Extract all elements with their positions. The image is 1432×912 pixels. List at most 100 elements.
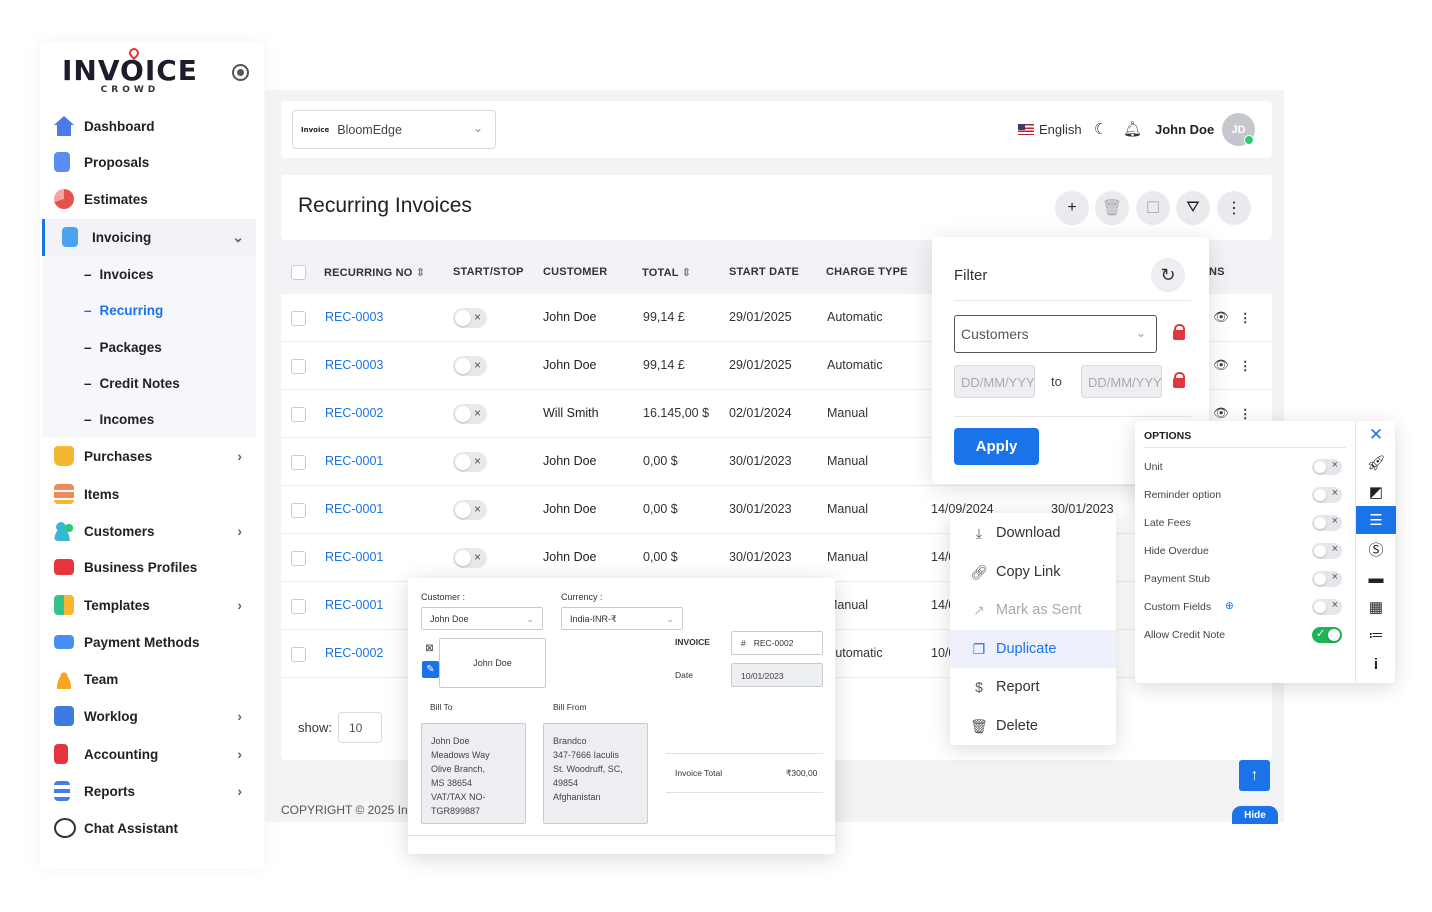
sliders-icon[interactable]: ☰ bbox=[1356, 506, 1396, 534]
row-checkbox[interactable] bbox=[291, 647, 306, 662]
start-stop-toggle[interactable] bbox=[453, 452, 487, 472]
menu-item-report[interactable]: $ Report bbox=[950, 668, 1116, 706]
row-more-icon[interactable]: ⋮ bbox=[1239, 358, 1252, 373]
recurring-number-link[interactable]: REC-0001 bbox=[325, 502, 383, 516]
invoice-number-field[interactable]: # REC-0002 bbox=[731, 631, 823, 655]
filter-button[interactable]: ⛛ bbox=[1176, 191, 1210, 225]
sidebar-item-payment-methods[interactable]: Payment Methods bbox=[54, 624, 254, 660]
column-header[interactable]: RECURRING NO ⇕ bbox=[324, 266, 425, 279]
select-all-button[interactable]: ☐ bbox=[1136, 191, 1170, 225]
option-toggle[interactable] bbox=[1312, 515, 1342, 531]
add-button[interactable]: + bbox=[1055, 191, 1089, 225]
company-select[interactable]: Invoice BloomEdge ⌄ bbox=[292, 110, 496, 149]
row-checkbox[interactable] bbox=[291, 407, 306, 422]
sidebar-item-business-profiles[interactable]: Business Profiles bbox=[54, 549, 254, 585]
row-checkbox[interactable] bbox=[291, 359, 306, 374]
row-checkbox[interactable] bbox=[291, 551, 306, 566]
start-stop-toggle[interactable] bbox=[453, 404, 487, 424]
sidebar-item-invoicing[interactable]: Invoicing ⌄ bbox=[62, 219, 262, 255]
recurring-number-link[interactable]: REC-0001 bbox=[325, 550, 383, 564]
menu-item-duplicate[interactable]: ❐ Duplicate bbox=[950, 630, 1116, 668]
table-row[interactable]: REC-0001John Doe0,00 $30/01/2023Manual14… bbox=[281, 534, 1272, 582]
delete-button[interactable]: 🗑︎ bbox=[1095, 191, 1129, 225]
submenu-item-invoices[interactable]: Invoices bbox=[84, 267, 154, 282]
select-all-checkbox[interactable] bbox=[291, 265, 306, 280]
sidebar-item-team[interactable]: Team bbox=[54, 661, 254, 697]
sidebar-item-accounting[interactable]: Accounting › bbox=[54, 736, 254, 772]
grid-icon[interactable]: ▦ bbox=[1356, 593, 1396, 621]
sidebar-item-reports[interactable]: Reports › bbox=[54, 773, 254, 809]
refresh-icon[interactable]: ↻ bbox=[1151, 258, 1185, 292]
menu-item-download[interactable]: ⤓ Download bbox=[950, 514, 1116, 552]
option-toggle[interactable] bbox=[1312, 487, 1342, 503]
menu-item-mark-as-sent[interactable]: ↗ Mark as Sent bbox=[950, 591, 1116, 629]
bell-icon[interactable]: 🔔︎ bbox=[1123, 120, 1142, 138]
page-size-input[interactable]: 10 bbox=[338, 712, 382, 743]
start-stop-toggle[interactable] bbox=[453, 548, 487, 568]
option-toggle[interactable] bbox=[1312, 599, 1342, 615]
date-field[interactable]: 10/01/2023 bbox=[731, 663, 823, 687]
user-name[interactable]: John Doe bbox=[1155, 122, 1214, 137]
info-circle-icon[interactable]: ⊕ bbox=[1225, 600, 1234, 612]
recurring-number-link[interactable]: REC-0002 bbox=[325, 646, 383, 660]
recurring-number-link[interactable]: REC-0001 bbox=[325, 598, 383, 612]
language-switcher[interactable]: English bbox=[1018, 122, 1082, 137]
option-toggle[interactable] bbox=[1312, 571, 1342, 587]
sidebar-item-proposals[interactable]: Proposals bbox=[54, 144, 254, 180]
submenu-item-credit-notes[interactable]: Credit Notes bbox=[84, 376, 180, 391]
date-to-input[interactable]: DD/MM/YYYY bbox=[1081, 365, 1162, 398]
option-toggle[interactable] bbox=[1312, 627, 1342, 643]
option-toggle[interactable] bbox=[1312, 543, 1342, 559]
sidebar-item-customers[interactable]: Customers › bbox=[54, 513, 254, 549]
row-checkbox[interactable] bbox=[291, 503, 306, 518]
sidebar-item-dashboard[interactable]: Dashboard bbox=[54, 108, 254, 144]
customers-select[interactable]: Customers ⌄ bbox=[954, 315, 1157, 353]
scroll-to-top-button[interactable]: ↑ bbox=[1239, 760, 1270, 791]
start-stop-toggle[interactable] bbox=[453, 308, 487, 328]
dollar-circle-icon[interactable]: Ⓢ bbox=[1356, 535, 1396, 563]
image-icon[interactable]: ⊠ bbox=[422, 643, 437, 658]
table-row[interactable]: REC-0001John Doe0,00 $30/01/2023Manual14… bbox=[281, 486, 1272, 534]
hide-button[interactable]: Hide bbox=[1232, 806, 1278, 824]
menu-item-copy-link[interactable]: 🔗︎ Copy Link bbox=[950, 553, 1116, 591]
list-icon[interactable]: ≔ bbox=[1356, 621, 1396, 649]
option-toggle[interactable] bbox=[1312, 459, 1342, 475]
start-stop-toggle[interactable] bbox=[453, 356, 487, 376]
lock-icon[interactable] bbox=[1173, 372, 1185, 388]
currency-select[interactable]: India-INR-₹ ⌄ bbox=[561, 607, 683, 630]
avatar[interactable]: JD bbox=[1222, 113, 1255, 146]
eye-icon[interactable]: 👁︎ bbox=[1213, 310, 1229, 325]
menu-item-delete[interactable]: 🗑︎ Delete bbox=[950, 707, 1116, 745]
row-more-icon[interactable]: ⋮ bbox=[1239, 310, 1252, 325]
sidebar-item-chat-assistant[interactable]: Chat Assistant bbox=[54, 810, 254, 846]
more-options-button[interactable]: ⋮ bbox=[1217, 191, 1251, 225]
recurring-number-link[interactable]: REC-0003 bbox=[325, 310, 383, 324]
close-icon[interactable]: ✕ bbox=[1356, 421, 1396, 449]
sidebar-item-purchases[interactable]: Purchases › bbox=[54, 438, 254, 474]
moon-icon[interactable]: ☾ bbox=[1094, 120, 1107, 138]
sidebar-item-items[interactable]: Items bbox=[54, 476, 254, 512]
sidebar-item-worklog[interactable]: Worklog › bbox=[54, 698, 254, 734]
rocket-icon[interactable]: 🚀︎ bbox=[1356, 449, 1396, 477]
sidebar-item-estimates[interactable]: Estimates bbox=[54, 181, 254, 217]
row-checkbox[interactable] bbox=[291, 311, 306, 326]
apply-button[interactable]: Apply bbox=[954, 428, 1039, 465]
brand-logo[interactable]: INVOICE CROWD bbox=[62, 45, 198, 95]
submenu-item-packages[interactable]: Packages bbox=[84, 340, 162, 355]
column-header[interactable]: TOTAL ⇕ bbox=[642, 266, 691, 279]
date-from-input[interactable]: DD/MM/YYYY bbox=[954, 365, 1035, 398]
collapse-sidebar-icon[interactable] bbox=[232, 64, 249, 81]
eye-icon[interactable]: 👁︎ bbox=[1213, 406, 1229, 421]
edit-pencil-icon[interactable]: ✎ bbox=[422, 661, 439, 678]
info-icon[interactable]: i bbox=[1356, 650, 1396, 678]
row-checkbox[interactable] bbox=[291, 599, 306, 614]
card-icon[interactable]: ▬ bbox=[1356, 564, 1396, 592]
submenu-item-recurring[interactable]: Recurring bbox=[84, 303, 164, 318]
row-more-icon[interactable]: ⋮ bbox=[1239, 406, 1252, 421]
recurring-number-link[interactable]: REC-0001 bbox=[325, 454, 383, 468]
shapes-icon[interactable]: ◩ bbox=[1356, 478, 1396, 506]
recurring-number-link[interactable]: REC-0003 bbox=[325, 358, 383, 372]
start-stop-toggle[interactable] bbox=[453, 500, 487, 520]
sidebar-item-templates[interactable]: Templates › bbox=[54, 587, 254, 623]
recurring-number-link[interactable]: REC-0002 bbox=[325, 406, 383, 420]
